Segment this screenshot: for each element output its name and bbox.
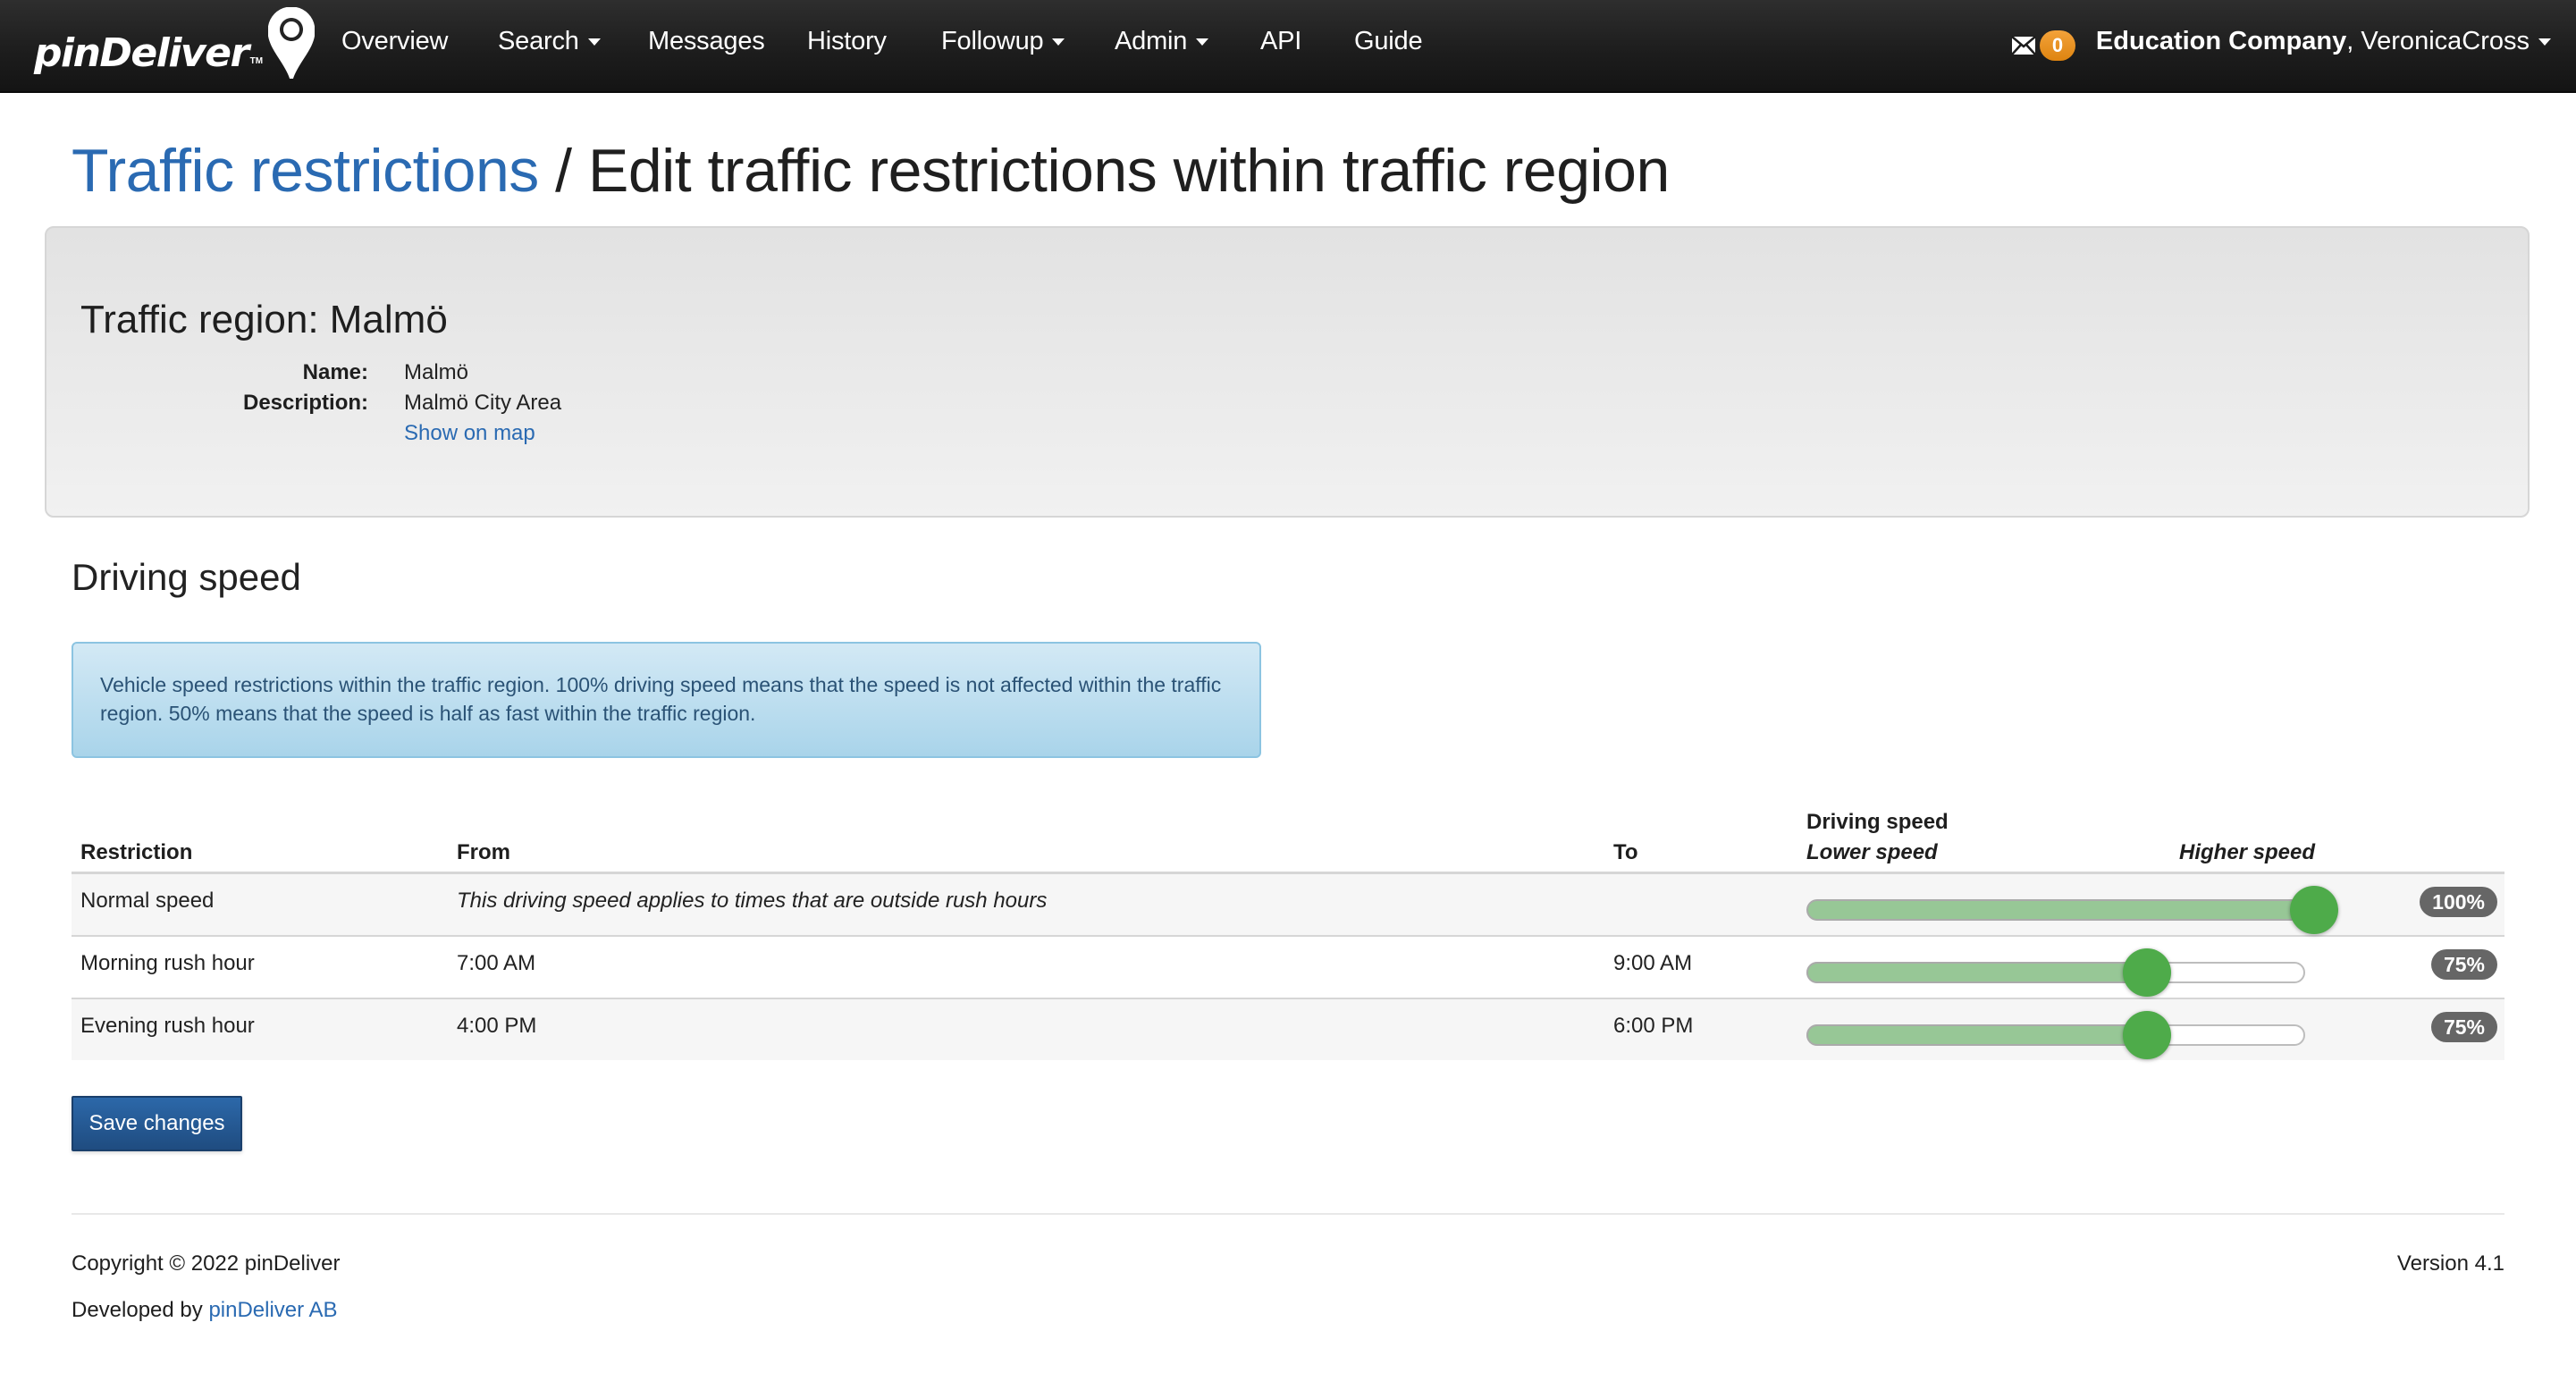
nav-history[interactable]: History [807, 27, 887, 56]
slider-fill [1806, 962, 2147, 983]
table-header: Restriction From To Driving speed Lower … [72, 796, 2504, 874]
brand-logo[interactable]: pinDeliver TM [34, 5, 316, 86]
cell-to: 6:00 PM [1613, 1014, 1694, 1038]
breadcrumb-separator: / [538, 137, 588, 205]
slider-handle[interactable] [2290, 886, 2338, 934]
header-higher-speed: Higher speed [2179, 840, 2316, 864]
user-menu[interactable]: Education Company, VeronicaCross [2096, 27, 2551, 56]
table-row: Normal speed This driving speed applies t… [72, 874, 2504, 937]
save-changes-button[interactable]: Save changes [72, 1096, 242, 1151]
page-title: Traffic restrictions / Edit traffic rest… [72, 136, 1670, 206]
developed-by-prefix: Developed by [72, 1298, 209, 1322]
slider-handle[interactable] [2122, 1011, 2171, 1059]
show-on-map-link[interactable]: Show on map [404, 421, 535, 446]
user-name: VeronicaCross [2361, 27, 2530, 55]
caret-down-icon [1052, 38, 1065, 46]
copyright-text: Copyright © 2022 pinDeliver [72, 1251, 341, 1276]
slider-handle[interactable] [2122, 948, 2171, 997]
cell-restriction: Normal speed [80, 889, 215, 913]
speed-restrictions-table: Restriction From To Driving speed Lower … [72, 796, 2504, 1060]
company-name: Education Company [2095, 27, 2347, 55]
cell-from: 4:00 PM [457, 1014, 537, 1038]
nav-guide[interactable]: Guide [1354, 27, 1423, 56]
nav-label: Guide [1354, 27, 1423, 55]
version-text: Version 4.1 [2396, 1251, 2504, 1276]
header-to: To [1613, 840, 1638, 864]
nav-label: Admin [1115, 27, 1188, 55]
nav-label: Overview [341, 27, 449, 55]
detail-value: Malmö [404, 360, 469, 384]
speed-slider[interactable] [1806, 886, 2338, 934]
speed-slider[interactable] [1806, 948, 2305, 997]
message-count-badge: 0 [2040, 30, 2075, 61]
nav-label: Followup [941, 27, 1044, 55]
nav-api[interactable]: API [1260, 27, 1301, 56]
nav-label: Messages [648, 27, 765, 55]
slider-fill [1806, 899, 2323, 921]
developed-by: Developed by pinDeliver AB [72, 1298, 338, 1323]
detail-value: Malmö City Area [404, 391, 562, 415]
nav-messages[interactable]: Messages [648, 27, 765, 56]
top-navbar: pinDeliver TM Overview Search Messages H… [0, 0, 2576, 93]
detail-label: Description: [242, 391, 368, 415]
slider-fill [1806, 1024, 2147, 1046]
cell-from: This driving speed applies to times that… [457, 889, 1048, 913]
caret-down-icon [2538, 38, 2551, 46]
detail-label: Name: [302, 360, 368, 384]
cell-restriction: Evening rush hour [80, 1014, 255, 1038]
messages-indicator[interactable]: 0 [2011, 30, 2075, 61]
speed-percent-badge: 75% [2430, 1012, 2497, 1042]
info-alert: Vehicle speed restrictions within the tr… [72, 642, 1261, 758]
breadcrumb-traffic-restrictions[interactable]: Traffic restrictions [72, 137, 539, 205]
cell-to: 9:00 AM [1613, 951, 1693, 975]
table-row: Evening rush hour 4:00 PM 6:00 PM 75% [72, 999, 2504, 1060]
region-heading: Traffic region: Malmö [80, 298, 448, 341]
developer-link[interactable]: pinDeliver AB [208, 1298, 337, 1322]
nav-label: API [1260, 27, 1302, 55]
envelope-icon [2011, 36, 2036, 55]
header-from: From [457, 840, 510, 864]
table-body: Normal speed This driving speed applies t… [72, 874, 2504, 1060]
caret-down-icon [1196, 38, 1209, 46]
nav-label: Search [498, 27, 579, 55]
brand-trademark: TM [249, 55, 264, 66]
caret-down-icon [587, 38, 601, 46]
header-lower-speed: Lower speed [1806, 840, 1938, 864]
nav-admin[interactable]: Admin [1115, 27, 1209, 56]
map-pin-icon [268, 7, 316, 79]
header-driving-speed: Driving speed [1806, 810, 1949, 834]
nav-label: History [807, 27, 887, 55]
speed-slider[interactable] [1806, 1011, 2305, 1059]
nav-search[interactable]: Search [498, 27, 601, 56]
nav-overview[interactable]: Overview [341, 27, 448, 56]
page-title-text: Edit traffic restrictions within traffic… [587, 137, 1670, 205]
user-separator: , [2346, 27, 2361, 55]
footer-divider [72, 1213, 2504, 1215]
nav-followup[interactable]: Followup [941, 27, 1065, 56]
cell-from: 7:00 AM [457, 951, 536, 975]
speed-percent-badge: 100% [2420, 887, 2497, 917]
region-info-panel: Traffic region: Malmö Name: Malmö Descri… [45, 226, 2530, 518]
table-row: Morning rush hour 7:00 AM 9:00 AM 75% [72, 937, 2504, 999]
header-restriction: Restriction [80, 840, 193, 864]
cell-restriction: Morning rush hour [80, 951, 255, 975]
section-title-driving-speed: Driving speed [72, 556, 301, 598]
speed-percent-badge: 75% [2430, 949, 2497, 980]
brand-name: pinDeliver [34, 29, 249, 76]
